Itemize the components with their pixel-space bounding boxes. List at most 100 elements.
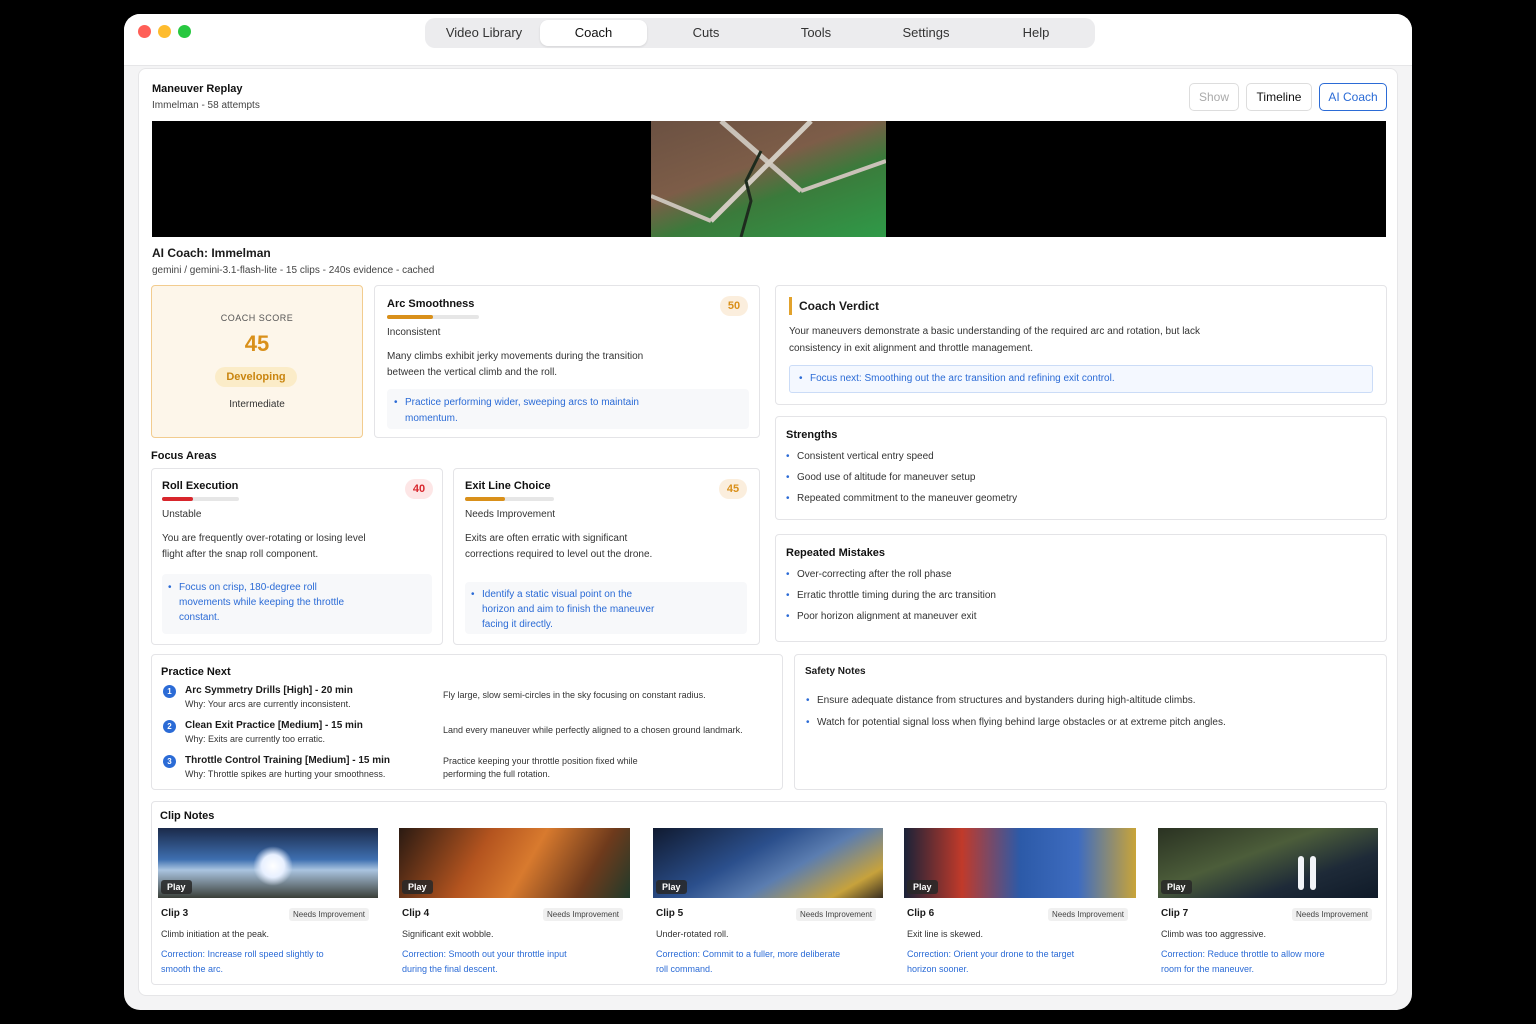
practice-item-why: Why: Exits are currently too erratic.	[185, 734, 326, 744]
clip-note: Under-rotated roll.	[656, 929, 729, 939]
main-nav: Video Library Coach Cuts Tools Settings …	[425, 18, 1095, 48]
coach-score-card: COACH SCORE 45 Developing Intermediate	[151, 285, 363, 438]
coach-score-label: COACH SCORE	[220, 313, 294, 323]
skill-level: Intermediate	[229, 399, 285, 410]
play-button[interactable]: Play	[656, 880, 687, 894]
coach-verdict-card: Coach Verdict Your maneuvers demonstrate…	[775, 285, 1387, 405]
strength-item: Good use of altitude for maneuver setup	[786, 472, 975, 483]
clip-card: Play Clip 6 Needs Improvement Exit line …	[898, 824, 1139, 982]
clip-card: Play Clip 4 Needs Improvement Significan…	[393, 824, 634, 982]
show-button[interactable]: Show	[1189, 83, 1239, 111]
app-window: Video Library Coach Cuts Tools Settings …	[124, 14, 1412, 1010]
arc-description: Many climbs exhibit jerky movements duri…	[387, 351, 644, 378]
clip-card: Play Clip 3 Needs Improvement Climb init…	[152, 824, 384, 982]
coach-score-value: 45	[244, 331, 270, 356]
practice-item-name[interactable]: Throttle Control Training [Medium] - 15 …	[185, 755, 390, 766]
verdict-focus: Focus next: Smoothing out the arc transi…	[789, 365, 1373, 393]
roll-execution-card: Roll Execution 40 Unstable You are frequ…	[151, 468, 443, 645]
video-frame	[651, 121, 886, 237]
replay-video[interactable]	[152, 121, 1386, 237]
tab-help[interactable]: Help	[981, 20, 1091, 46]
safety-title: Safety Notes	[805, 666, 866, 677]
strengths-title: Strengths	[786, 429, 838, 441]
exit-tip-text: Identify a static visual point on the ho…	[471, 587, 662, 632]
clip-status-badge: Needs Improvement	[1048, 908, 1129, 921]
play-button[interactable]: Play	[402, 880, 433, 894]
clip-notes-card: Clip Notes Play Clip 3 Needs Improvement…	[151, 801, 1387, 985]
focus-areas-title: Focus Areas	[151, 450, 217, 462]
practice-next-card: Practice Next 1 Arc Symmetry Drills [Hig…	[151, 654, 783, 790]
clip-status-badge: Needs Improvement	[796, 908, 877, 921]
tab-tools[interactable]: Tools	[761, 20, 871, 46]
clip-thumbnail-light	[1310, 856, 1316, 890]
arc-score-badge: 50	[720, 296, 748, 316]
title-bar: Video Library Coach Cuts Tools Settings …	[124, 14, 1412, 66]
coach-title: AI Coach: Immelman	[152, 246, 271, 260]
exit-score-bar	[465, 497, 554, 501]
safety-item: Watch for potential signal loss when fly…	[806, 715, 1257, 731]
arc-smoothness-card: Arc Smoothness 50 Inconsistent Many clim…	[374, 285, 760, 438]
clip-thumbnail[interactable]: Play	[158, 828, 378, 898]
practice-item-name[interactable]: Clean Exit Practice [Medium] - 15 min	[185, 720, 363, 731]
repeated-mistakes-card: Repeated Mistakes Over-correcting after …	[775, 534, 1387, 642]
practice-item-why: Why: Throttle spikes are hurting your sm…	[185, 769, 386, 779]
timeline-button[interactable]: Timeline	[1246, 83, 1312, 111]
strength-item: Repeated commitment to the maneuver geom…	[786, 493, 1017, 504]
clip-correction: Correction: Commit to a fuller, more del…	[656, 949, 841, 974]
clip-card: Play Clip 7 Needs Improvement Climb was …	[1152, 824, 1384, 982]
exit-status: Needs Improvement	[465, 509, 556, 520]
clip-note: Significant exit wobble.	[402, 929, 494, 939]
clip-card: Play Clip 5 Needs Improvement Under-rota…	[647, 824, 888, 982]
coach-meta: gemini / gemini-3.1-flash-lite - 15 clip…	[152, 265, 435, 276]
tab-settings[interactable]: Settings	[871, 20, 981, 46]
mistakes-title: Repeated Mistakes	[786, 547, 886, 559]
arc-tip: Practice performing wider, sweeping arcs…	[387, 389, 749, 429]
clip-note: Climb was too aggressive.	[1161, 929, 1267, 939]
clip-thumbnail[interactable]: Play	[399, 828, 630, 898]
clip-thumbnail[interactable]: Play	[1158, 828, 1378, 898]
practice-item-name[interactable]: Arc Symmetry Drills [High] - 20 min	[185, 685, 353, 696]
zoom-window-button[interactable]	[178, 25, 191, 38]
clip-name: Clip 4	[402, 908, 430, 919]
mistake-item: Erratic throttle timing during the arc t…	[786, 590, 996, 601]
clip-thumbnail[interactable]: Play	[904, 828, 1136, 898]
roll-score-bar	[162, 497, 239, 501]
roll-score-badge: 40	[405, 479, 433, 499]
arc-tip-text: Practice performing wider, sweeping arcs…	[394, 395, 655, 427]
clip-status-badge: Needs Improvement	[543, 908, 624, 921]
close-window-button[interactable]	[138, 25, 151, 38]
clip-correction: Correction: Increase roll speed slightly…	[161, 949, 324, 974]
clip-note: Climb initiation at the peak.	[161, 929, 270, 939]
clip-name: Clip 6	[907, 908, 935, 919]
clip-correction: Correction: Smooth out your throttle inp…	[402, 949, 567, 974]
tab-cuts[interactable]: Cuts	[651, 20, 761, 46]
arc-score-bar	[387, 315, 479, 319]
tab-video-library[interactable]: Video Library	[429, 20, 539, 46]
clip-name: Clip 7	[1161, 908, 1189, 919]
clip-status-badge: Needs Improvement	[289, 908, 370, 921]
replay-title: Maneuver Replay	[152, 83, 243, 95]
verdict-focus-text: Focus next: Smoothing out the arc transi…	[799, 373, 1115, 384]
clip-correction: Correction: Orient your drone to the tar…	[907, 949, 1075, 974]
safety-item: Ensure adequate distance from structures…	[806, 693, 1257, 709]
clip-thumbnail[interactable]: Play	[653, 828, 883, 898]
play-button[interactable]: Play	[1161, 880, 1192, 894]
arc-score-bar-fill	[387, 315, 433, 319]
verdict-accent-bar	[789, 297, 792, 315]
roll-tip-text: Focus on crisp, 180-degree roll movement…	[168, 580, 349, 625]
minimize-window-button[interactable]	[158, 25, 171, 38]
mistake-item: Over-correcting after the roll phase	[786, 569, 951, 580]
tab-coach[interactable]: Coach	[540, 20, 647, 46]
replay-subtitle: Immelman - 58 attempts	[152, 100, 260, 111]
exit-score-bar-fill	[465, 497, 506, 501]
play-button[interactable]: Play	[161, 880, 192, 894]
verdict-title: Coach Verdict	[799, 299, 880, 313]
clip-status-badge: Needs Improvement	[1292, 908, 1373, 921]
practice-item-why: Why: Your arcs are currently inconsisten…	[185, 699, 351, 709]
safety-notes-card: Safety Notes Ensure adequate distance fr…	[794, 654, 1387, 790]
practice-item-desc: Land every maneuver while perfectly alig…	[443, 725, 743, 735]
play-button[interactable]: Play	[907, 880, 938, 894]
ai-coach-button[interactable]: AI Coach	[1319, 83, 1387, 111]
clip-name: Clip 3	[161, 908, 189, 919]
roll-status: Unstable	[162, 509, 202, 520]
